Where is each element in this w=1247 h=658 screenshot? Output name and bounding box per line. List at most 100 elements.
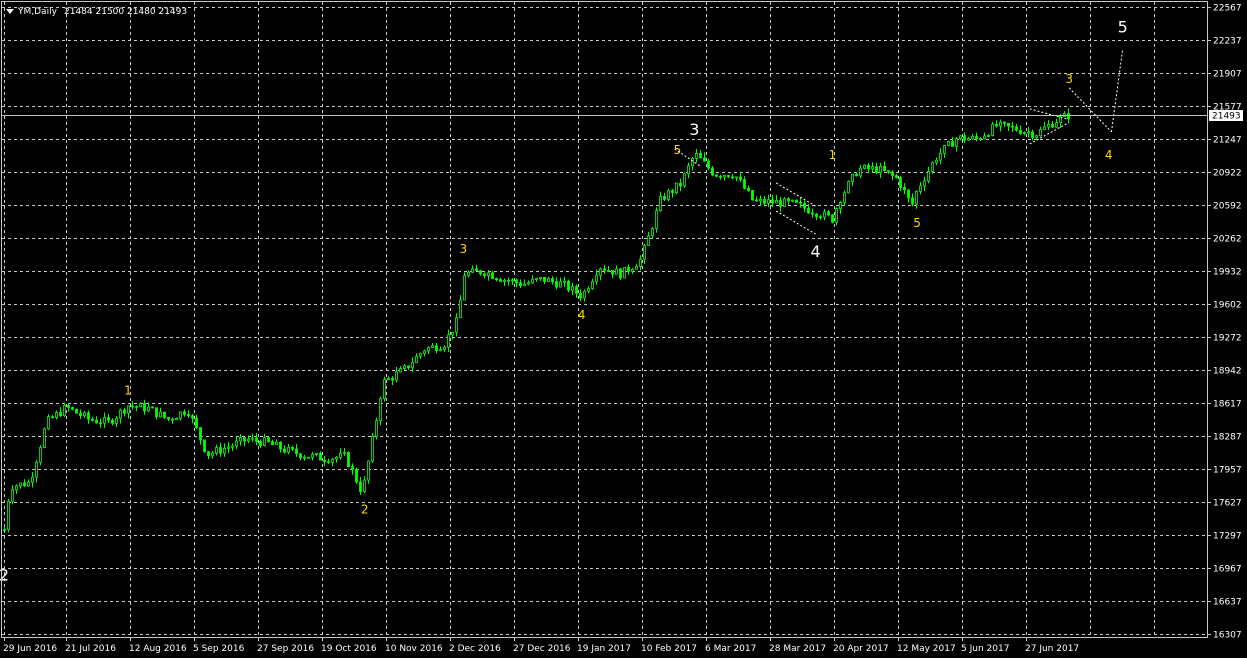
x-tick-label: 27 Jun 2017	[1025, 644, 1079, 654]
candle-body	[287, 446, 290, 453]
candle-body	[687, 165, 690, 175]
x-tick-label: 6 Mar 2017	[705, 644, 756, 654]
candle-body	[511, 279, 514, 282]
candle-body	[415, 355, 418, 364]
candle-body	[215, 447, 218, 454]
candle-body	[619, 268, 622, 279]
candle-body	[915, 191, 918, 205]
candle-body	[711, 167, 714, 176]
candle-body	[31, 476, 34, 483]
candle-body	[1007, 122, 1010, 127]
candle-body	[703, 157, 706, 162]
price-chart[interactable]: 2123453415345 22567222372190721577212472…	[0, 0, 1247, 658]
candle-body	[763, 199, 766, 204]
candle-body	[335, 456, 338, 460]
candle-body	[1031, 131, 1034, 138]
candle-body	[595, 274, 598, 282]
candle-body	[1067, 113, 1070, 120]
candle-body	[759, 199, 762, 202]
candle-body	[599, 268, 602, 276]
candle-body	[323, 459, 326, 462]
y-tick-label: 21247	[1213, 136, 1242, 146]
candle-body	[119, 409, 122, 419]
candle-body	[919, 185, 922, 192]
candle-body	[75, 408, 78, 414]
x-tick-label: 10 Nov 2016	[385, 644, 443, 654]
candle-body	[975, 135, 978, 139]
candle-body	[191, 415, 194, 419]
candle-body	[383, 379, 386, 400]
candle-body	[495, 278, 498, 280]
candle-body	[127, 405, 130, 414]
candle-body	[1035, 135, 1038, 138]
candle-body	[783, 198, 786, 207]
candle-body	[971, 135, 974, 140]
candle-body	[387, 377, 390, 381]
candle-body	[907, 189, 910, 199]
y-tick-label: 21907	[1213, 70, 1242, 80]
candle-body	[259, 440, 262, 446]
candle-body	[367, 460, 370, 481]
candle-body	[315, 453, 318, 455]
candle-body	[267, 437, 270, 442]
candle-body	[531, 278, 534, 284]
candle-body	[363, 479, 366, 492]
candle-body	[991, 123, 994, 136]
candle-body	[951, 140, 954, 147]
candle-body	[307, 456, 310, 459]
candle-body	[451, 331, 454, 336]
candle-body	[507, 279, 510, 282]
candle-body	[823, 211, 826, 218]
candle-body	[963, 135, 966, 141]
wave-label: 4	[1105, 148, 1113, 162]
candle-body	[943, 145, 946, 154]
candle-body	[35, 461, 38, 478]
candle-body	[275, 441, 278, 445]
candle-body	[831, 214, 834, 223]
candle-body	[683, 173, 686, 187]
y-tick-label: 20922	[1213, 169, 1242, 179]
candle-body	[7, 500, 10, 531]
candle-body	[1039, 129, 1042, 137]
candle-body	[755, 199, 758, 202]
candle-body	[155, 407, 158, 418]
candle-body	[803, 202, 806, 209]
candle-body	[527, 282, 530, 285]
x-tick-label: 19 Jan 2017	[577, 644, 631, 654]
x-tick-label: 27 Dec 2016	[513, 644, 571, 654]
candle-body	[355, 468, 358, 483]
candle-body	[235, 440, 238, 447]
candle-body	[979, 138, 982, 140]
candle-body	[27, 481, 30, 487]
y-tick-label: 16637	[1213, 598, 1242, 608]
candle-body	[839, 202, 842, 210]
candle-body	[927, 171, 930, 182]
candle-body	[1023, 131, 1026, 134]
y-tick-label: 18617	[1213, 400, 1242, 410]
candle-body	[351, 466, 354, 470]
x-tick-label: 2 Dec 2016	[449, 644, 501, 654]
wave-label: 4	[578, 308, 586, 322]
candle-body	[175, 417, 178, 420]
x-tick-label: 12 May 2017	[897, 644, 956, 654]
candle-body	[1055, 122, 1058, 128]
y-tick-label: 19602	[1213, 301, 1242, 311]
wave-label: 4	[810, 242, 820, 261]
candle-body	[463, 275, 466, 301]
candle-body	[751, 189, 754, 201]
candle-body	[635, 266, 638, 270]
candle-body	[211, 452, 214, 457]
candle-body	[795, 199, 798, 203]
chart-background	[0, 0, 1247, 658]
candle-body	[1019, 129, 1022, 134]
x-tick-label: 5 Jun 2017	[961, 644, 1009, 654]
x-tick-label: 28 Mar 2017	[769, 644, 826, 654]
candle-body	[575, 286, 578, 294]
candle-body	[359, 481, 362, 492]
candle-body	[3, 529, 6, 531]
candle-body	[223, 447, 226, 454]
candle-body	[311, 453, 314, 458]
candle-body	[675, 182, 678, 193]
candle-body	[699, 152, 702, 159]
candle-body	[55, 412, 58, 418]
